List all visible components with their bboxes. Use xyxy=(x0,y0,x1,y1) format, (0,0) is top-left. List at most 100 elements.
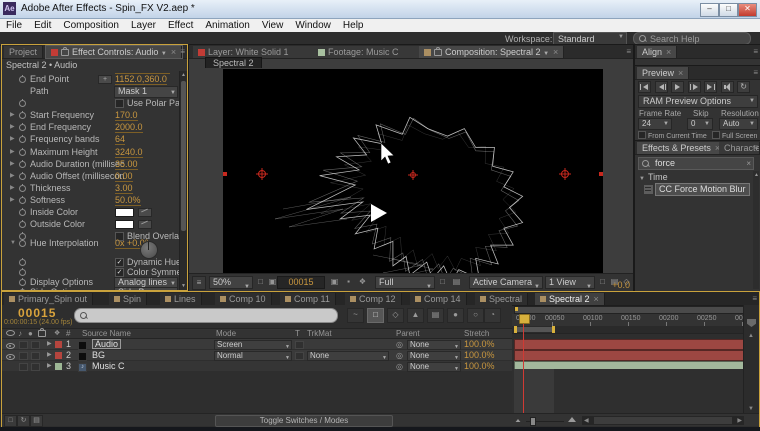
checkbox[interactable]: ✓ xyxy=(115,268,124,277)
close-icon[interactable]: × xyxy=(594,294,599,304)
next-frame-button[interactable] xyxy=(688,81,701,93)
zoom-in-icon[interactable] xyxy=(568,417,576,422)
panel-menu-icon[interactable]: ≡ xyxy=(753,47,758,56)
chevron-right-icon[interactable]: ▶ xyxy=(10,134,15,144)
camera-dropdown[interactable]: Active Camera▼ xyxy=(469,276,543,289)
stopwatch-icon[interactable] xyxy=(19,279,26,286)
chevron-right-icon[interactable]: ▶ xyxy=(10,195,15,205)
tab-project[interactable]: Project xyxy=(4,46,43,58)
layer-name[interactable]: BG xyxy=(92,350,105,360)
close-icon[interactable]: × xyxy=(666,47,671,57)
draft-3d-icon[interactable]: ◇ xyxy=(387,308,404,323)
menu-composition[interactable]: Composition xyxy=(63,20,119,31)
stopwatch-icon[interactable] xyxy=(19,269,26,276)
audio-switch[interactable] xyxy=(19,341,28,349)
parent-dropdown[interactable]: None▼ xyxy=(407,362,461,372)
close-icon[interactable]: × xyxy=(553,47,558,57)
scrollbar-thumb[interactable] xyxy=(181,81,186,231)
property-value[interactable]: 1152.0,360.0 xyxy=(115,74,167,85)
stopwatch-icon[interactable] xyxy=(19,289,26,290)
parent-dropdown[interactable]: None▼ xyxy=(407,351,461,361)
property-value[interactable]: 3.00 xyxy=(115,183,133,194)
chevron-down-icon[interactable]: ▼ xyxy=(10,238,16,248)
tab-spectral-2[interactable]: Spectral 2× xyxy=(535,293,605,305)
close-button[interactable]: ✕ xyxy=(738,3,757,17)
stopwatch-icon[interactable] xyxy=(19,124,26,131)
roi-icon[interactable]: □ xyxy=(437,277,448,287)
chevron-right-icon[interactable]: ▶ xyxy=(10,171,15,181)
tab-lines[interactable]: Lines xyxy=(160,293,202,305)
effects-category-time[interactable]: ▼Time xyxy=(639,172,668,182)
menu-effect[interactable]: Effect xyxy=(168,20,193,31)
checkbox[interactable] xyxy=(115,99,124,108)
timeline-vertical-scrollbar[interactable]: ▲ ▼ xyxy=(743,305,759,414)
chevron-right-icon[interactable]: ▶ xyxy=(10,110,15,120)
lock-switch[interactable] xyxy=(31,363,40,371)
loop-button[interactable]: ↻ xyxy=(737,81,750,93)
property-value[interactable]: 35.00 xyxy=(115,159,138,170)
layer-row-1[interactable]: ▶ 1 Audio Screen▼ ◎ None▼ 100.0% xyxy=(2,339,512,350)
pickwhip-icon[interactable]: ◎ xyxy=(396,340,403,350)
eyedropper-icon[interactable] xyxy=(138,208,152,217)
parent-dropdown[interactable]: None▼ xyxy=(407,340,461,350)
magnification-dropdown[interactable]: 50%▼ xyxy=(209,276,253,289)
property-value[interactable]: 50.0% xyxy=(115,195,141,206)
color-swatch[interactable] xyxy=(115,208,134,217)
stopwatch-icon[interactable] xyxy=(19,209,26,216)
chevron-right-icon[interactable]: ▶ xyxy=(47,361,52,371)
property-value[interactable]: 170.0 xyxy=(115,110,138,121)
path-dropdown[interactable]: Mask 1▼ xyxy=(114,86,178,98)
scroll-left-icon[interactable]: ◀ xyxy=(584,417,589,425)
grid-guides-icon[interactable]: □ xyxy=(597,277,608,287)
scroll-down-icon[interactable]: ▼ xyxy=(180,283,187,289)
full-screen-checkbox[interactable]: Full Screen xyxy=(712,131,757,140)
col-source-name[interactable]: Source Name xyxy=(82,329,131,338)
chevron-right-icon[interactable]: ▶ xyxy=(47,339,52,349)
current-time-field[interactable]: 00015 xyxy=(277,276,325,289)
live-update-icon[interactable]: □ xyxy=(367,308,384,323)
panel-menu-icon[interactable]: ≡ xyxy=(626,47,631,56)
chevron-down-icon[interactable]: ▼ xyxy=(161,51,167,57)
expand-transfer-controls-icon[interactable]: ↻ xyxy=(17,415,30,427)
channels-icon[interactable]: ❖ xyxy=(357,277,368,287)
comp-marker-bin-icon[interactable] xyxy=(747,319,756,327)
scroll-up-icon[interactable]: ▲ xyxy=(180,72,187,78)
expand-layer-switches-icon[interactable]: □ xyxy=(4,415,17,427)
tab-spectral[interactable]: Spectral xyxy=(475,293,528,305)
panel-menu-icon[interactable]: ≡ xyxy=(753,143,758,152)
point-picker-button[interactable]: + xyxy=(98,75,112,84)
stopwatch-icon[interactable] xyxy=(19,221,26,228)
close-icon[interactable]: × xyxy=(678,68,683,78)
first-frame-button[interactable] xyxy=(638,81,651,93)
menu-icon[interactable]: ≡ xyxy=(192,276,206,290)
panel-menu-icon[interactable]: ≡ xyxy=(752,294,757,303)
expand-inout-icon[interactable]: ▤ xyxy=(30,415,43,427)
menu-view[interactable]: View xyxy=(262,20,284,31)
audio-button[interactable] xyxy=(721,81,734,93)
stopwatch-icon[interactable] xyxy=(19,240,26,247)
work-area-end-handle[interactable] xyxy=(552,326,555,333)
tab-primary-spin-out[interactable]: Primary_Spin out xyxy=(4,293,93,305)
chevron-down-icon[interactable]: ▼ xyxy=(543,51,549,57)
scroll-up-icon[interactable]: ▲ xyxy=(748,333,754,339)
effect-item-cc-force-motion-blur[interactable]: CC Force Motion Blur xyxy=(655,183,750,196)
clear-search-icon[interactable]: × xyxy=(746,158,751,169)
zoom-out-icon[interactable] xyxy=(516,419,521,422)
chevron-right-icon[interactable]: ▶ xyxy=(47,350,52,360)
stopwatch-icon[interactable] xyxy=(19,100,26,107)
pickwhip-icon[interactable]: ◎ xyxy=(396,351,403,361)
timeline-navigator-bar[interactable] xyxy=(514,306,748,314)
label-color-chip[interactable] xyxy=(55,352,62,359)
tab-comp-14[interactable]: Comp 14 xyxy=(410,293,467,305)
property-value[interactable]: 0.00 xyxy=(115,171,133,182)
scrollbar[interactable]: ▲ xyxy=(753,171,759,289)
minimize-button[interactable]: – xyxy=(700,3,719,17)
work-area-bar[interactable] xyxy=(512,326,759,334)
menu-edit[interactable]: Edit xyxy=(34,20,51,31)
effects-search-input[interactable]: force × xyxy=(638,157,754,170)
stopwatch-icon[interactable] xyxy=(19,76,26,83)
work-area-segment[interactable] xyxy=(514,327,554,332)
tab-comp-12[interactable]: Comp 12 xyxy=(345,293,402,305)
layer-row-3[interactable]: ▶ 3 ♪ Music C ◎ None▼ 100.0% xyxy=(2,361,512,372)
tab-comp-11[interactable]: Comp 11 xyxy=(280,293,336,305)
